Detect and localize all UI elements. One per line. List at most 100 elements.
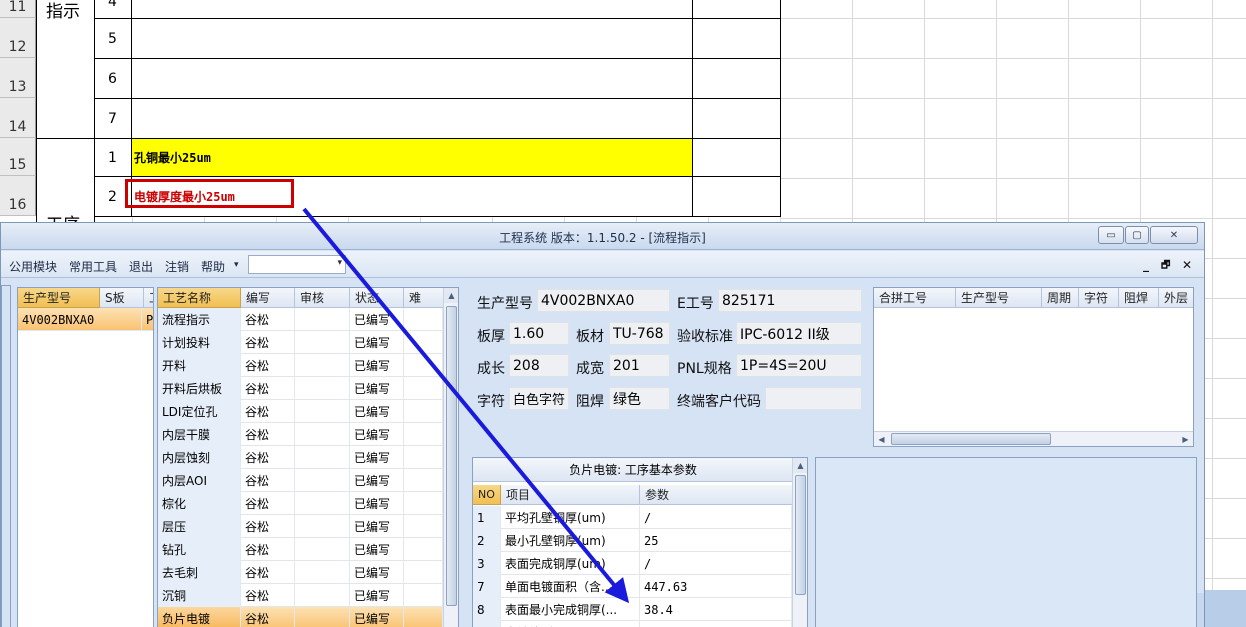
row-header-13[interactable]: 13: [0, 58, 36, 98]
row-header-14[interactable]: 14: [0, 98, 36, 138]
extra-cell[interactable]: [692, 176, 781, 217]
menu-common-tools[interactable]: 常用工具: [69, 258, 117, 275]
row-header-12[interactable]: 12: [0, 18, 36, 58]
field-model[interactable]: 4V002BNXA0: [537, 289, 670, 312]
table-row[interactable]: 1 平均孔壁铜厚(um) /: [473, 506, 792, 529]
scrollbar-thumb[interactable]: [446, 306, 457, 606]
menu-overflow-arrow-icon[interactable]: ▾: [234, 260, 239, 270]
table-row[interactable]: 9电镀线别/: [473, 621, 792, 627]
table-row[interactable]: 4V002BNXA0 P1: [18, 308, 153, 331]
field-standard[interactable]: IPC-6012 II级: [736, 322, 862, 345]
params-grid[interactable]: 负片电镀: 工序基本参数 NO 项目 参数 1 平均孔壁铜厚(um)/2 最小孔壁铜…: [472, 457, 808, 627]
field-legend[interactable]: 白色字符: [509, 387, 569, 410]
menu-help[interactable]: 帮助: [201, 258, 225, 275]
cell-process-name: 内层AOI: [158, 469, 241, 492]
field-mask[interactable]: 绿色: [609, 387, 670, 410]
menu-combo-box[interactable]: ▾: [248, 255, 346, 274]
note-cell[interactable]: [131, 18, 693, 59]
field-thickness[interactable]: 1.60: [509, 322, 569, 345]
scrollbar-thumb[interactable]: [795, 475, 806, 595]
mdi-restore-icon[interactable]: 🗗: [1161, 258, 1170, 275]
process-grid[interactable]: 工艺名称 编写 审核 状态 难 流程指示 谷松 已编写 计划投料 谷松 已编写 开料 谷松 已编…: [157, 287, 459, 627]
process-grid-scrollbar[interactable]: ▲: [443, 288, 458, 627]
table-row[interactable]: 2 最小孔壁铜厚(um) 25: [473, 529, 792, 552]
field-customer[interactable]: [765, 387, 862, 410]
note-cell[interactable]: [131, 98, 693, 139]
col-header-author[interactable]: 编写: [241, 288, 295, 308]
combine-grid[interactable]: 合拼工号 生产型号 周期 字符 阻焊 外层 ◀ ▶: [873, 287, 1194, 447]
note-cell[interactable]: [131, 58, 693, 99]
field-width[interactable]: 201: [609, 354, 670, 377]
table-row[interactable]: LDI定位孔 谷松 已编写: [158, 400, 443, 423]
params-grid-scrollbar[interactable]: ▲: [792, 458, 807, 627]
table-row[interactable]: 3 表面完成铜厚(um) /: [473, 552, 792, 575]
field-material[interactable]: TU-768: [609, 322, 670, 345]
col-header-legend[interactable]: 字符: [1079, 288, 1119, 308]
col-header-period[interactable]: 周期: [1042, 288, 1079, 308]
menu-exit[interactable]: 退出: [129, 258, 153, 275]
cell-value: /: [640, 552, 792, 575]
note-text: 孔铜最小25um: [134, 151, 211, 165]
col-header-extra[interactable]: 工: [144, 288, 153, 308]
app-window[interactable]: 工程系统 版本：1.1.50.2 - [流程指示] ▭ ▢ ✕ 公用模块 常用工…: [0, 222, 1205, 627]
extra-cell[interactable]: [692, 98, 781, 139]
row-header-16[interactable]: 16: [0, 176, 36, 216]
table-row[interactable]: 开料 谷松 已编写: [158, 354, 443, 377]
table-row[interactable]: 沉铜 谷松 已编写: [158, 584, 443, 607]
col-header-value[interactable]: 参数: [640, 485, 793, 505]
combine-grid-hscrollbar[interactable]: ◀ ▶: [874, 431, 1193, 446]
collapsed-nav-panel[interactable]: [1, 285, 11, 627]
table-row[interactable]: 流程指示 谷松 已编写: [158, 308, 443, 331]
note-cell[interactable]: [131, 0, 693, 19]
scroll-left-icon[interactable]: ◀: [874, 432, 889, 446]
table-row[interactable]: 棕化 谷松 已编写: [158, 492, 443, 515]
extra-cell[interactable]: [692, 18, 781, 59]
col-header-item[interactable]: 项目: [501, 485, 640, 505]
extra-cell[interactable]: [692, 58, 781, 99]
field-engineer[interactable]: 825171: [718, 289, 862, 312]
field-pnl[interactable]: 1P=4S=20U: [736, 354, 862, 377]
row-header-11[interactable]: 11: [0, 0, 36, 18]
close-button[interactable]: ✕: [1150, 226, 1198, 244]
col-header-outer[interactable]: 外层: [1159, 288, 1193, 308]
col-header-review[interactable]: 审核: [295, 288, 350, 308]
table-row[interactable]: 内层干膜 谷松 已编写: [158, 423, 443, 446]
col-header-status[interactable]: 状态: [350, 288, 404, 308]
table-row[interactable]: 负片电镀 谷松 已编写: [158, 607, 443, 627]
extra-cell[interactable]: [692, 0, 781, 19]
maximize-button[interactable]: ▢: [1125, 226, 1149, 244]
col-header-process-name[interactable]: 工艺名称: [158, 288, 241, 308]
col-header-model[interactable]: 生产型号: [18, 288, 100, 308]
minimize-button[interactable]: ▭: [1098, 226, 1124, 244]
mdi-minimize-icon[interactable]: _: [1143, 258, 1149, 272]
mdi-close-icon[interactable]: ✕: [1182, 258, 1192, 272]
table-row[interactable]: 去毛刺 谷松 已编写: [158, 561, 443, 584]
menu-logout[interactable]: 注销: [165, 258, 189, 275]
table-row[interactable]: 内层AOI 谷松 已编写: [158, 469, 443, 492]
scroll-right-icon[interactable]: ▶: [1178, 432, 1193, 446]
col-header-combine-no[interactable]: 合拼工号: [874, 288, 956, 308]
table-row[interactable]: 钻孔 谷松 已编写: [158, 538, 443, 561]
col-header-difficulty[interactable]: 难: [404, 288, 444, 308]
table-row[interactable]: 计划投料 谷松 已编写: [158, 331, 443, 354]
table-row[interactable]: 8 表面最小完成铜厚(... 38.4: [473, 598, 792, 621]
model-grid[interactable]: 生产型号 S板 工 4V002BNXA0 P1: [17, 287, 154, 627]
table-row[interactable]: 内层蚀刻 谷松 已编写: [158, 446, 443, 469]
menu-common-module[interactable]: 公用模块: [9, 258, 57, 275]
col-header-mask[interactable]: 阻焊: [1119, 288, 1159, 308]
col-header-no[interactable]: NO: [473, 485, 501, 505]
title-bar[interactable]: 工程系统 版本：1.1.50.2 - [流程指示] ▭ ▢ ✕: [1, 223, 1204, 250]
note-cell-highlighted[interactable]: [131, 138, 693, 177]
col-header-s-board[interactable]: S板: [100, 288, 144, 308]
scrollbar-thumb[interactable]: [891, 433, 1051, 445]
table-row[interactable]: 开料后烘板 谷松 已编写: [158, 377, 443, 400]
col-header-combine-model[interactable]: 生产型号: [956, 288, 1042, 308]
extra-cell[interactable]: [692, 138, 781, 177]
cell-review: [295, 331, 350, 354]
row-header-15[interactable]: 15: [0, 138, 36, 176]
scroll-up-icon[interactable]: ▲: [444, 288, 458, 303]
scroll-up-icon[interactable]: ▲: [793, 458, 807, 473]
table-row[interactable]: 层压 谷松 已编写: [158, 515, 443, 538]
field-length[interactable]: 208: [509, 354, 569, 377]
table-row[interactable]: 7 单面电镀面积（含... 447.63: [473, 575, 792, 598]
